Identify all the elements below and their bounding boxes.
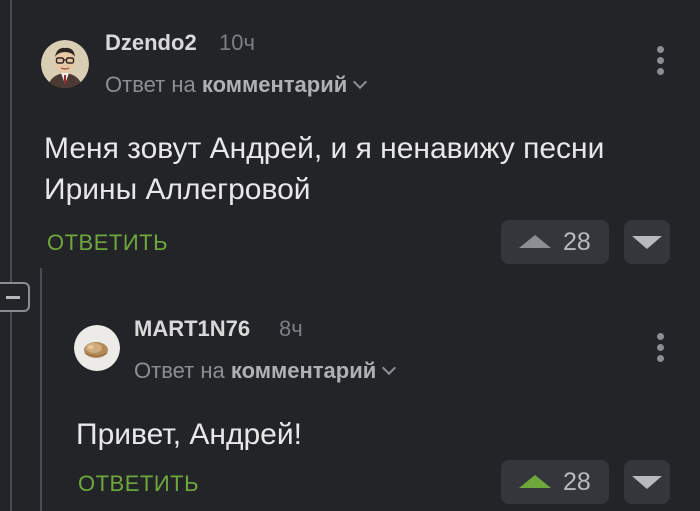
downvote-triangle-icon <box>632 236 662 249</box>
user-avatar[interactable] <box>41 40 89 88</box>
username[interactable]: MART1N76 <box>134 316 250 342</box>
dot <box>657 333 664 340</box>
reply-to-target: комментарий <box>230 358 377 383</box>
more-options-button[interactable] <box>656 46 664 76</box>
reply-to-prefix: Ответ на <box>105 72 196 97</box>
more-options-button[interactable] <box>656 333 664 363</box>
chevron-down-icon <box>382 360 397 376</box>
dot <box>657 46 664 53</box>
comment-time: 10ч <box>219 30 255 55</box>
dot <box>657 355 664 362</box>
chevron-down-icon <box>353 74 368 90</box>
reply-button[interactable]: ОТВЕТИТЬ <box>47 230 168 256</box>
comment-time: 8ч <box>279 316 303 341</box>
downvote-button[interactable] <box>624 220 670 264</box>
reply-to-target: комментарий <box>201 72 348 97</box>
man-glasses-avatar-icon <box>41 40 89 88</box>
username[interactable]: Dzendo2 <box>105 30 197 56</box>
rating-count: 28 <box>563 228 591 256</box>
upvote-button[interactable]: 28 <box>501 460 609 504</box>
reply-button[interactable]: ОТВЕТИТЬ <box>78 471 199 497</box>
collapse-thread-button[interactable] <box>0 282 30 312</box>
upvote-triangle-icon <box>519 235 551 248</box>
reply-to-link[interactable]: Ответ на комментарий <box>134 358 397 384</box>
dot <box>657 57 664 64</box>
downvote-button[interactable] <box>624 460 670 504</box>
rating-count: 28 <box>563 468 591 496</box>
thread-line-nested <box>40 268 42 511</box>
collapse-minus-icon <box>6 296 20 299</box>
upvote-button[interactable]: 28 <box>501 220 609 264</box>
reply-to-link[interactable]: Ответ на комментарий <box>105 72 368 98</box>
bread-avatar-icon <box>74 325 120 371</box>
downvote-triangle-icon <box>632 476 662 489</box>
reply-to-prefix: Ответ на <box>134 358 225 383</box>
dot <box>657 68 664 75</box>
upvote-triangle-icon <box>519 475 551 488</box>
thread-line-branch <box>10 312 12 511</box>
dot <box>657 344 664 351</box>
user-avatar[interactable] <box>74 325 120 371</box>
comment-text: Привет, Андрей! <box>76 418 302 451</box>
comment-text: Меня зовут Андрей, и я ненавижу песни Ир… <box>44 132 605 206</box>
thread-line-root <box>10 0 12 282</box>
